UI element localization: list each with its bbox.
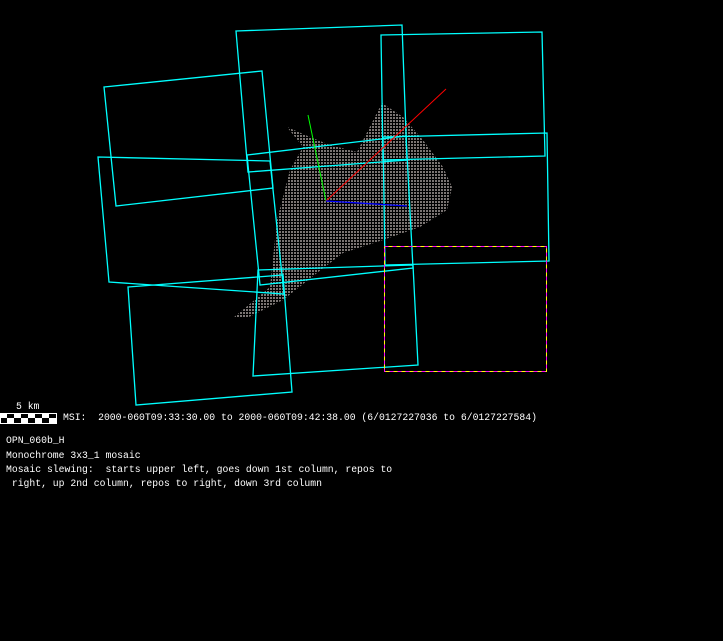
- msi-time-range: MSI: 2000-060T09:33:30.00 to 2000-060T09…: [63, 412, 537, 423]
- asteroid-shape-model: [233, 103, 452, 318]
- scale-bar: [0, 413, 57, 424]
- mosaic-type: Monochrome 3x3_1 mosaic: [6, 450, 141, 461]
- slewing-description-1: Mosaic slewing: starts upper left, goes …: [6, 464, 393, 475]
- frame-col1-top: [103, 70, 274, 207]
- frame-col1-mid: [97, 156, 285, 295]
- mosaic-footprint-view: [0, 24, 550, 424]
- slewing-description-2: right, up 2nd column, repos to right, do…: [6, 478, 322, 489]
- sequence-name: OPN_060b_H: [6, 435, 65, 446]
- scale-bar-label: 5 km: [16, 401, 40, 412]
